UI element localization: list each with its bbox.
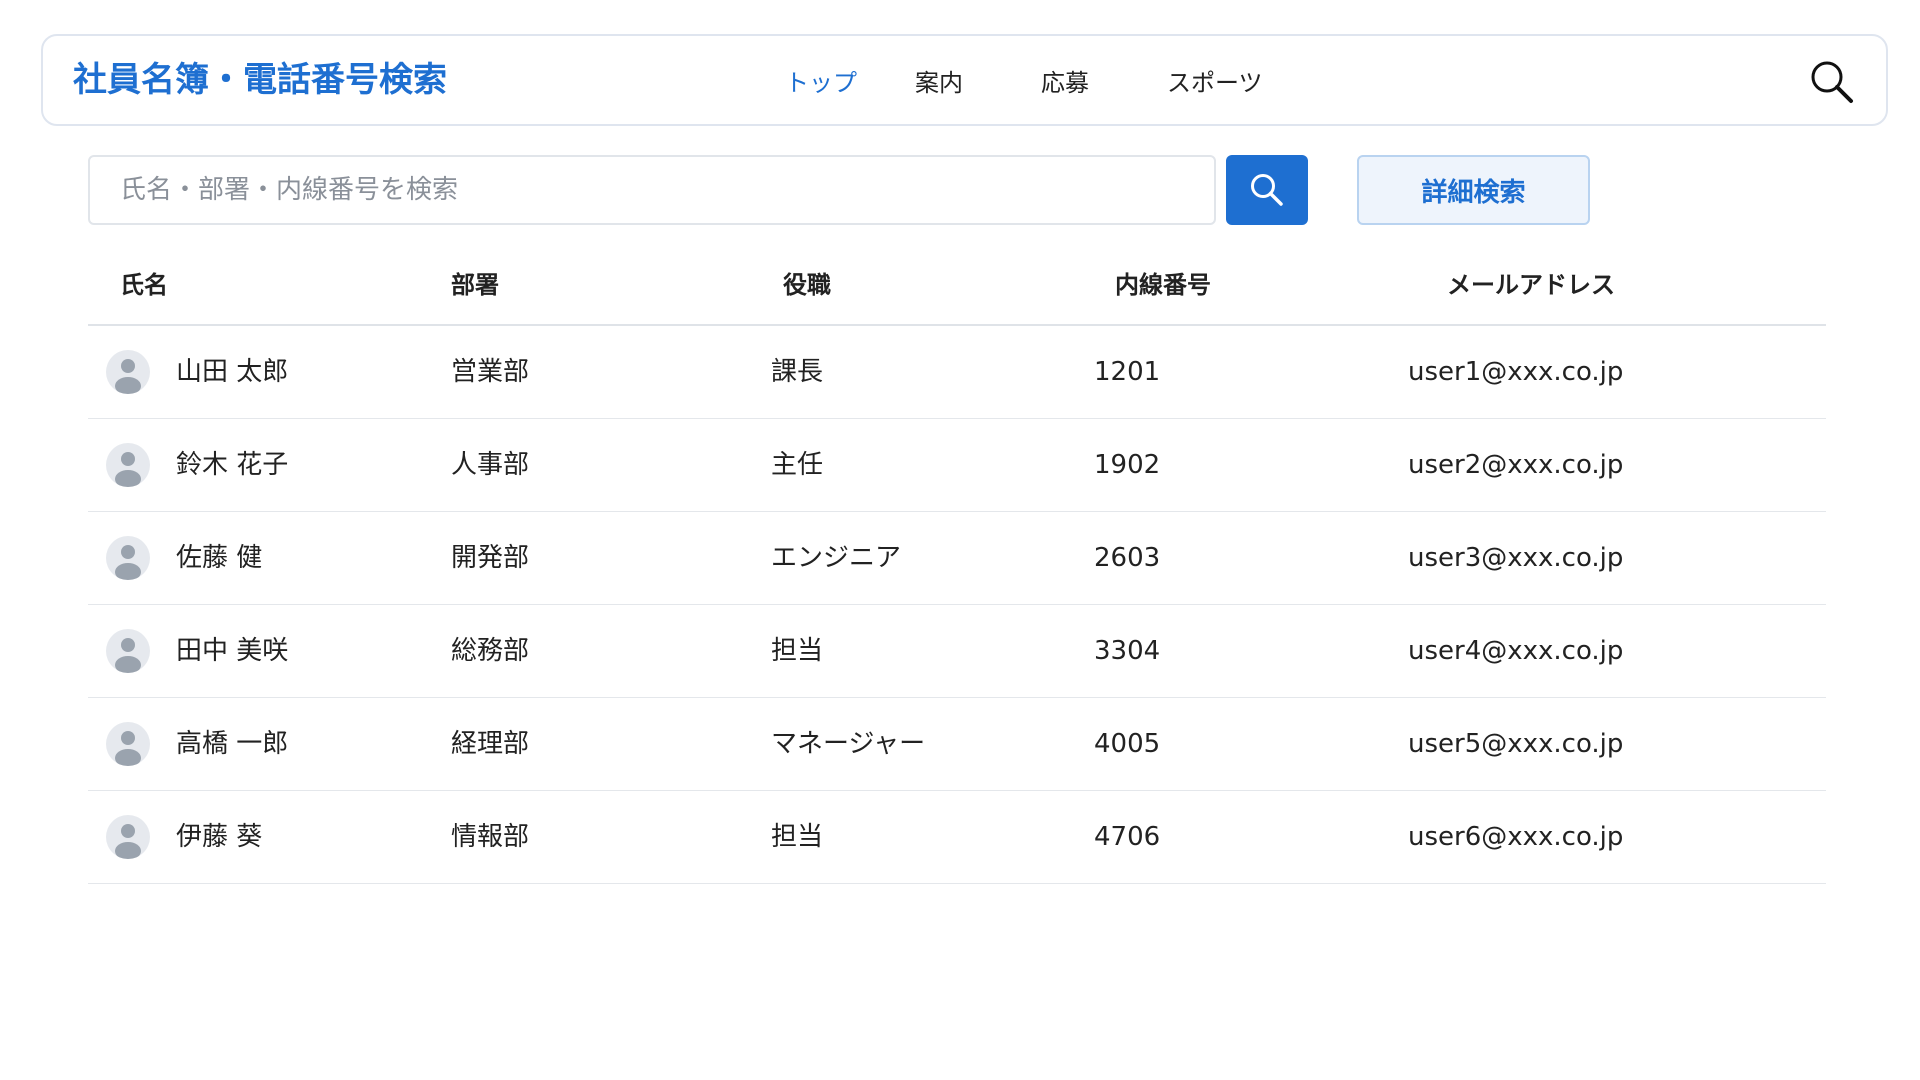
avatar <box>106 722 150 766</box>
employee-email[interactable]: user2@xxx.co.jp <box>1408 419 1623 511</box>
avatar <box>106 629 150 673</box>
employee-extension: 3304 <box>1094 636 1161 666</box>
search-button[interactable] <box>1226 155 1308 225</box>
employee-dept: 情報部 <box>451 822 530 852</box>
employee-role: 課長 <box>771 357 824 387</box>
employee-extension: 1902 <box>1094 450 1161 480</box>
user-icon <box>115 545 141 580</box>
employee-extension: 2603 <box>1094 543 1161 573</box>
search-input[interactable] <box>88 155 1216 225</box>
employee-name: 佐藤 健 <box>176 543 263 573</box>
nav-item-guide[interactable]: 案内 <box>915 63 963 98</box>
employee-dept: 総務部 <box>451 636 530 666</box>
employee-email[interactable]: user3@xxx.co.jp <box>1408 512 1623 604</box>
app-header: 社員名簿・電話番号検索 トップ 案内 応募 スポーツ <box>41 34 1888 126</box>
app-title: 社員名簿・電話番号検索 <box>73 60 447 100</box>
advanced-search-button[interactable]: 詳細検索 <box>1357 155 1590 225</box>
column-header-email[interactable]: メールアドレス <box>1447 250 1615 324</box>
user-icon <box>115 638 141 673</box>
table-row[interactable]: 伊藤 葵 情報部 担当 4706 user6@xxx.co.jp <box>88 791 1826 884</box>
employee-role: マネージャー <box>771 729 926 759</box>
table-row[interactable]: 鈴木 花子 人事部 主任 1902 user2@xxx.co.jp <box>88 419 1826 512</box>
employee-role: エンジニア <box>771 543 902 573</box>
employee-dept: 経理部 <box>451 729 530 759</box>
nav-item-top[interactable]: トップ <box>785 63 857 98</box>
search-icon <box>1251 174 1283 206</box>
avatar <box>106 815 150 859</box>
employee-extension: 1201 <box>1094 357 1161 387</box>
avatar <box>106 536 150 580</box>
nav-item-sports[interactable]: スポーツ <box>1167 63 1263 98</box>
employee-dept: 開発部 <box>451 543 530 573</box>
employee-email[interactable]: user4@xxx.co.jp <box>1408 605 1623 697</box>
avatar <box>106 350 150 394</box>
table-row[interactable]: 佐藤 健 開発部 エンジニア 2603 user3@xxx.co.jp <box>88 512 1826 605</box>
user-icon <box>115 824 141 859</box>
employee-role: 担当 <box>771 636 824 666</box>
table-row[interactable]: 高橋 一郎 経理部 マネージャー 4005 user5@xxx.co.jp <box>88 698 1826 791</box>
employee-name: 鈴木 花子 <box>176 450 289 480</box>
search-icon <box>1811 61 1853 103</box>
employee-email[interactable]: user1@xxx.co.jp <box>1408 326 1623 418</box>
column-header-role[interactable]: 役職 <box>783 250 831 324</box>
table-row[interactable]: 田中 美咲 総務部 担当 3304 user4@xxx.co.jp <box>88 605 1826 698</box>
employee-name: 高橋 一郎 <box>176 729 289 759</box>
employee-dept: 人事部 <box>451 450 530 480</box>
user-icon <box>115 731 141 766</box>
employee-name: 田中 美咲 <box>176 636 289 666</box>
table-header: 氏名 部署 役職 内線番号 メールアドレス <box>88 250 1826 326</box>
employee-table: 氏名 部署 役職 内線番号 メールアドレス 山田 太郎 営業部 課長 1201 … <box>88 250 1826 884</box>
nav-item-apply[interactable]: 応募 <box>1041 63 1089 98</box>
avatar <box>106 443 150 487</box>
employee-role: 担当 <box>771 822 824 852</box>
employee-extension: 4706 <box>1094 822 1161 852</box>
employee-email[interactable]: user5@xxx.co.jp <box>1408 698 1623 790</box>
employee-dept: 営業部 <box>451 357 530 387</box>
employee-email[interactable]: user6@xxx.co.jp <box>1408 791 1623 883</box>
employee-extension: 4005 <box>1094 729 1161 759</box>
header-search-button[interactable] <box>1808 58 1854 104</box>
employee-role: 主任 <box>771 450 824 480</box>
column-header-name[interactable]: 氏名 <box>120 250 168 324</box>
search-bar: 詳細検索 <box>88 155 1590 225</box>
main-nav: トップ 案内 応募 スポーツ <box>785 36 1263 124</box>
user-icon <box>115 359 141 394</box>
table-row[interactable]: 山田 太郎 営業部 課長 1201 user1@xxx.co.jp <box>88 326 1826 419</box>
employee-name: 伊藤 葵 <box>176 822 263 852</box>
user-icon <box>115 452 141 487</box>
column-header-extension[interactable]: 内線番号 <box>1115 250 1211 324</box>
employee-name: 山田 太郎 <box>176 357 289 387</box>
column-header-dept[interactable]: 部署 <box>451 250 499 324</box>
